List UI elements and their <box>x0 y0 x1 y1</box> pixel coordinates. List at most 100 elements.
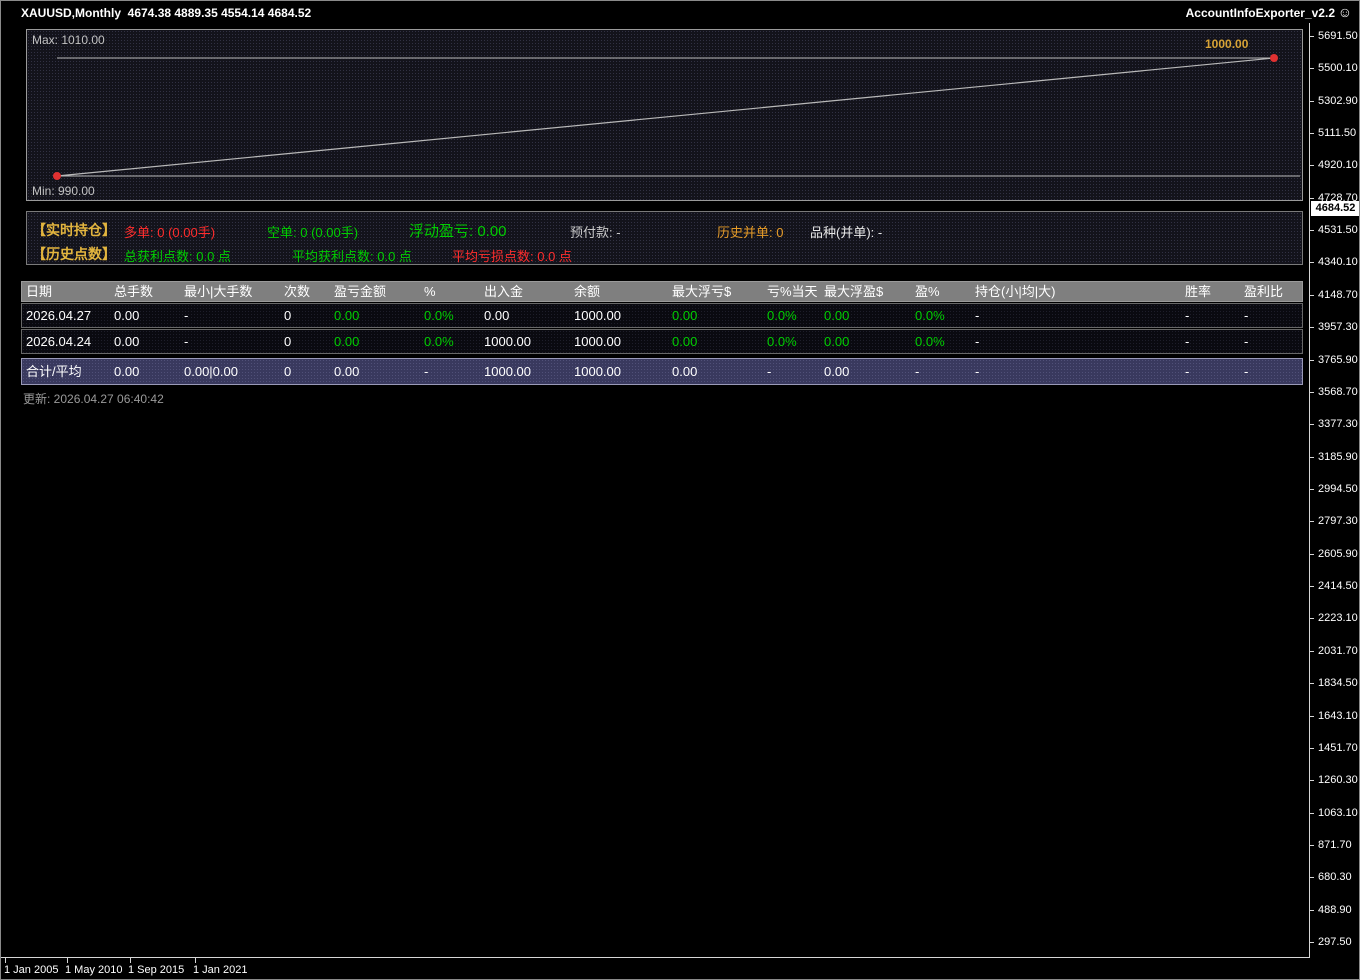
cell: 0.00|0.00 <box>184 359 238 384</box>
cell: - <box>1185 330 1189 353</box>
price-tick: 5500.10 <box>1318 62 1358 74</box>
price-tick: 1643.10 <box>1318 710 1358 722</box>
max-label: Max: 1010.00 <box>32 33 105 47</box>
price-tick: 2414.50 <box>1318 580 1358 592</box>
history-section-title: 【历史点数】 <box>32 244 116 264</box>
price-tick: 4531.50 <box>1318 224 1358 236</box>
price-tick: 1834.50 <box>1318 677 1358 689</box>
total-profit-points: 总获利点数: 0.0 点 <box>124 246 231 265</box>
avg-profit-points: 平均获利点数: 0.0 点 <box>292 246 412 265</box>
time-tick-mark <box>67 958 68 963</box>
price-tick: 4340.10 <box>1318 256 1358 268</box>
history-merged: 历史并单: 0 <box>717 222 783 241</box>
price-tick: 5691.50 <box>1318 30 1358 42</box>
symbol-merged: 品种(并单): - <box>810 222 882 241</box>
cell: 1000.00 <box>574 359 621 384</box>
time-tick-label: 1 Jan 2021 <box>193 964 247 976</box>
col-header: 日期 <box>26 282 52 301</box>
cell: 0.0% <box>915 304 945 327</box>
col-header: 亏%当天 <box>767 282 818 301</box>
table-row: 2026.04.24 0.00 - 0 0.00 0.0% 1000.00 10… <box>21 329 1303 354</box>
price-tick: 3568.70 <box>1318 386 1358 398</box>
price-tick: 1451.70 <box>1318 742 1358 754</box>
cell: 0.00 <box>672 304 697 327</box>
cell: - <box>975 330 979 353</box>
cell: 0.0% <box>424 330 454 353</box>
cell: - <box>424 359 428 384</box>
cell: - <box>1244 359 1248 384</box>
col-header: 次数 <box>284 282 310 301</box>
floating-pl: 浮动盈亏: 0.00 <box>409 220 507 241</box>
cell: - <box>767 359 771 384</box>
col-header: 盈亏金额 <box>334 282 386 301</box>
cell: 0.00 <box>114 359 139 384</box>
price-tick: 680.30 <box>1318 871 1352 883</box>
cell: 0 <box>284 359 291 384</box>
cell: - <box>975 304 979 327</box>
cell: 0.00 <box>114 330 139 353</box>
col-header: 余额 <box>574 282 600 301</box>
price-tick: 3765.90 <box>1318 354 1358 366</box>
col-header: 持仓(小|均|大) <box>975 282 1055 301</box>
cell: - <box>1185 359 1189 384</box>
price-tick: 2605.90 <box>1318 548 1358 560</box>
price-tick: 3957.30 <box>1318 321 1358 333</box>
account-info-panel: 【实时持仓】 多单: 0 (0.00手) 空单: 0 (0.00手) 浮动盈亏:… <box>26 211 1303 265</box>
time-tick-label: 1 Jan 2005 <box>4 964 58 976</box>
update-timestamp: 更新: 2026.04.27 06:40:42 <box>23 390 164 407</box>
col-header: % <box>424 282 436 301</box>
col-header: 最小|大手数 <box>184 282 252 301</box>
cell: 1000.00 <box>484 330 531 353</box>
cell: - <box>1244 330 1248 353</box>
price-tick: 3377.30 <box>1318 418 1358 430</box>
price-tick: 3185.90 <box>1318 451 1358 463</box>
time-tick-label: 1 Sep 2015 <box>128 964 184 976</box>
cell: - <box>184 330 188 353</box>
chart-symbol-title: XAUUSD,Monthly 4674.38 4889.35 4554.14 4… <box>21 6 311 20</box>
cell: 0.00 <box>824 330 849 353</box>
price-tick: 1063.10 <box>1318 807 1358 819</box>
col-header: 最大浮盈$ <box>824 282 883 301</box>
price-tick: 5111.50 <box>1318 127 1356 139</box>
price-tick: 2031.70 <box>1318 645 1358 657</box>
price-tick: 2994.50 <box>1318 483 1358 495</box>
time-tick-mark <box>5 958 6 963</box>
col-header: 盈% <box>915 282 940 301</box>
current-equity-label: 1000.00 <box>1205 37 1248 51</box>
min-label: Min: 990.00 <box>32 184 95 198</box>
cell-totals-label: 合计/平均 <box>26 359 82 384</box>
cell: 0 <box>284 330 291 353</box>
cell-date: 2026.04.27 <box>26 304 91 327</box>
cell: 0.00 <box>824 304 849 327</box>
table-row: 2026.04.27 0.00 - 0 0.00 0.0% 0.00 1000.… <box>21 303 1303 328</box>
current-price-box: 4684.52 <box>1311 201 1360 216</box>
cell: 0.00 <box>484 304 509 327</box>
end-point-dot <box>1270 54 1278 62</box>
col-header: 盈利比 <box>1244 282 1283 301</box>
price-axis[interactable]: 5691.50 5500.10 5302.90 5111.50 4920.10 … <box>1309 23 1360 957</box>
cell: - <box>975 359 979 384</box>
price-tick: 297.50 <box>1318 936 1352 948</box>
cell: 1000.00 <box>574 304 621 327</box>
price-tick: 2797.30 <box>1318 515 1358 527</box>
long-orders: 多单: 0 (0.00手) <box>124 222 215 241</box>
time-axis[interactable]: 1 Jan 2005 1 May 2010 1 Sep 2015 1 Jan 2… <box>1 957 1310 980</box>
col-header: 出入金 <box>484 282 523 301</box>
cell: 0.0% <box>767 330 797 353</box>
time-tick-mark <box>130 958 131 963</box>
equity-curve-svg <box>27 30 1302 200</box>
table-header-row: 日期 总手数 最小|大手数 次数 盈亏金额 % 出入金 余额 最大浮亏$ 亏%当… <box>21 281 1303 302</box>
time-tick-mark <box>195 958 196 963</box>
price-tick: 5302.90 <box>1318 95 1358 107</box>
cell: 0 <box>284 304 291 327</box>
cell: - <box>184 304 188 327</box>
cell: 0.00 <box>672 359 697 384</box>
short-orders: 空单: 0 (0.00手) <box>267 222 358 241</box>
cell: - <box>915 359 919 384</box>
cell: 0.00 <box>114 304 139 327</box>
margin-value: 预付款: - <box>570 222 621 241</box>
cell: 0.00 <box>334 304 359 327</box>
realtime-section-title: 【实时持仓】 <box>32 220 116 240</box>
price-tick: 2223.10 <box>1318 612 1358 624</box>
cell: - <box>1185 304 1189 327</box>
